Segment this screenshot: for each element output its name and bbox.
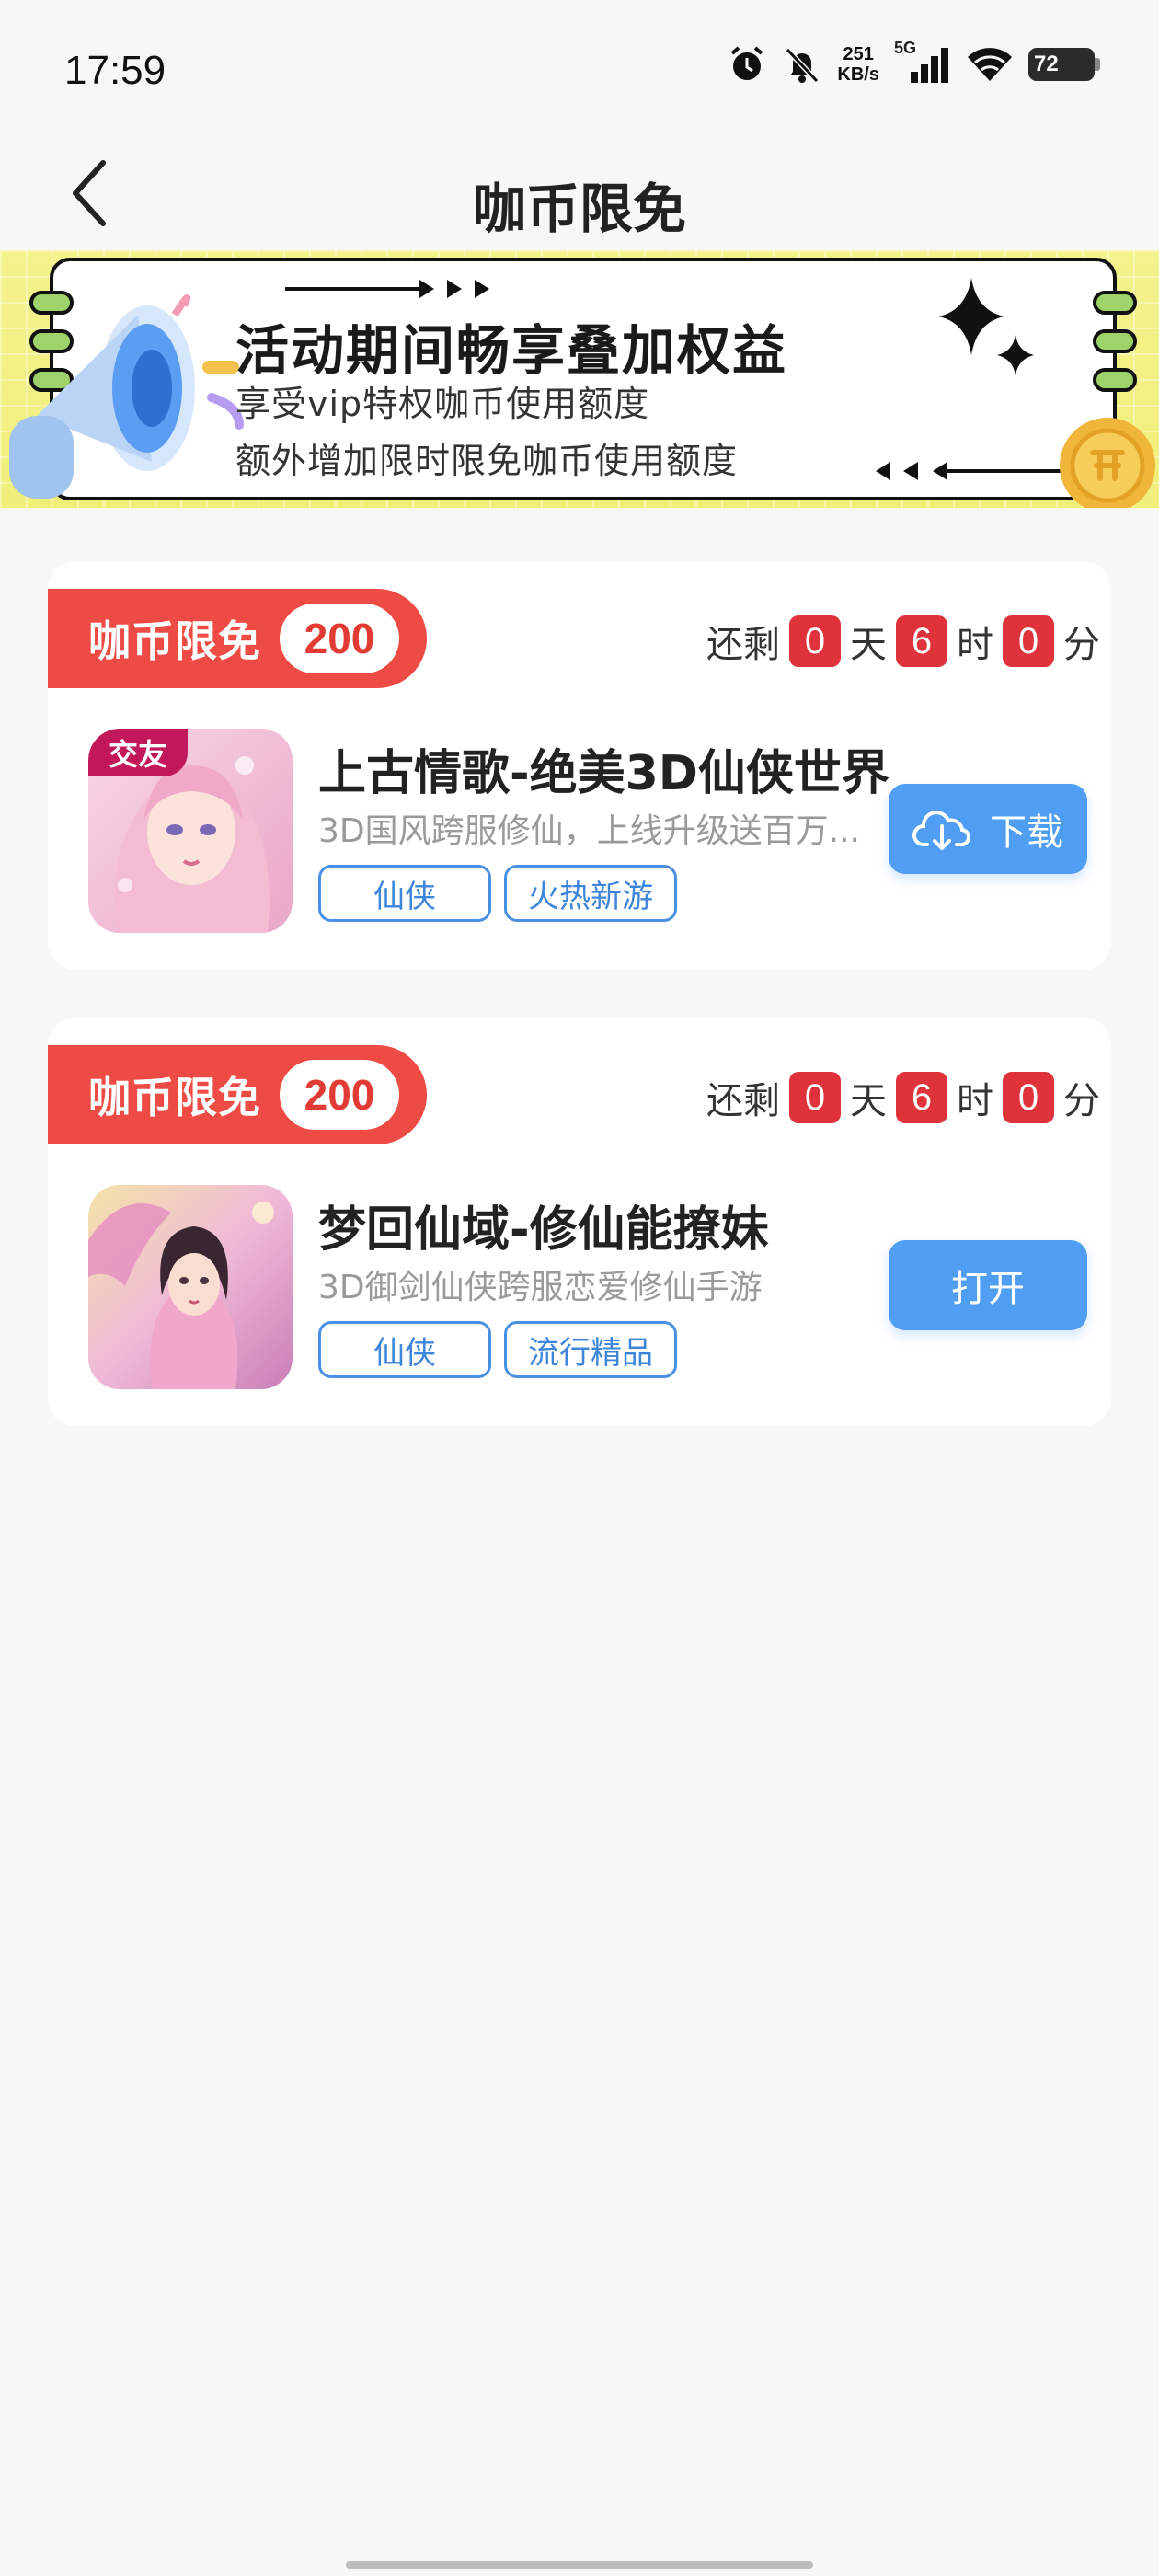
game-description: 3D国风跨服修仙，上线升级送百万... [318, 812, 860, 850]
mute-bell-icon [786, 47, 820, 84]
game-tags: 仙侠 火热新游 [318, 865, 677, 922]
coin-icon [1060, 418, 1155, 508]
wifi-icon [968, 48, 1012, 81]
game-icon[interactable]: 交友 [88, 729, 293, 933]
banner-line-1: 享受vip特权咖币使用额度 [235, 384, 650, 424]
countdown-hour-unit: 时 [957, 624, 993, 666]
sparkle-icon [938, 278, 1034, 375]
cellular-signal: 5G [894, 39, 951, 85]
countdown-minute-unit: 分 [1063, 624, 1100, 666]
badge-label: 咖币限免 [88, 1073, 261, 1122]
signal-bars-icon [911, 48, 948, 83]
header: 咖币限免 [0, 138, 1159, 248]
status-bar: 17:59 251 KB/s 5G 72 [0, 0, 1159, 138]
alarm-icon [731, 46, 763, 80]
countdown-minutes: 0 [1003, 1072, 1054, 1123]
battery-level: 72 [1034, 52, 1059, 76]
page-title: 咖币限免 [472, 178, 686, 240]
game-card[interactable]: 咖币限免 200 还剩 0 天 6 时 0 分 梦回仙域-修仙能撩妹 3D御剑仙… [48, 1018, 1111, 1426]
countdown-day-unit: 天 [850, 1080, 887, 1122]
game-tags: 仙侠 流行精品 [318, 1321, 677, 1378]
arrow-right-deco-icon [285, 280, 489, 298]
countdown-prefix: 还剩 [706, 1080, 780, 1122]
banner-line-2: 额外增加限时限免咖币使用额度 [235, 441, 739, 481]
icon-tag: 交友 [88, 729, 189, 776]
promo-banner[interactable]: 活动期间畅享叠加权益 享受vip特权咖币使用额度 额外增加限时限免咖币使用额度 [0, 250, 1159, 508]
network-speed-unit: KB/s [837, 64, 879, 85]
game-description: 3D御剑仙侠跨服恋爱修仙手游 [318, 1269, 763, 1306]
open-button-label: 打开 [951, 1268, 1025, 1310]
megaphone-icon [9, 294, 244, 499]
binder-rings-right-icon [1093, 291, 1137, 392]
battery-indicator: 72 [1028, 48, 1100, 81]
countdown-days: 0 [789, 615, 841, 667]
game-artwork-icon [88, 1185, 293, 1389]
countdown-minute-unit: 分 [1063, 1080, 1100, 1122]
network-speed-value: 251 [843, 44, 874, 64]
game-tag[interactable]: 流行精品 [504, 1321, 677, 1378]
countdown-prefix: 还剩 [706, 624, 780, 666]
countdown-hours: 6 [896, 615, 947, 667]
game-tag[interactable]: 仙侠 [318, 1321, 491, 1378]
game-card[interactable]: 咖币限免 200 还剩 0 天 6 时 0 分 交友 上古情歌-绝美3D仙侠世界… [48, 561, 1111, 970]
countdown-minutes: 0 [1003, 615, 1054, 667]
download-button[interactable]: 下载 [889, 784, 1087, 874]
badge-count: 200 [280, 604, 399, 673]
game-tag[interactable]: 仙侠 [318, 865, 491, 922]
banner-title: 活动期间畅享叠加权益 [235, 319, 788, 382]
download-button-label: 下载 [990, 811, 1063, 854]
game-name[interactable]: 梦回仙域-修仙能撩妹 [318, 1190, 769, 1259]
game-tag[interactable]: 火热新游 [504, 865, 677, 922]
game-name[interactable]: 上古情歌-绝美3D仙侠世界 [318, 734, 889, 803]
badge-label: 咖币限免 [88, 616, 261, 666]
countdown-hour-unit: 时 [957, 1080, 993, 1122]
cloud-download-icon [912, 811, 971, 850]
countdown-day-unit: 天 [850, 624, 887, 666]
free-coin-badge: 咖币限免 200 [48, 1045, 427, 1144]
countdown-days: 0 [789, 1072, 841, 1123]
countdown: 还剩 0 天 6 时 0 分 [706, 615, 1100, 668]
open-button[interactable]: 打开 [889, 1240, 1087, 1330]
free-coin-badge: 咖币限免 200 [48, 589, 427, 688]
countdown: 还剩 0 天 6 时 0 分 [706, 1071, 1100, 1124]
home-indicator[interactable] [346, 2561, 813, 2569]
badge-count: 200 [280, 1060, 399, 1130]
arrow-left-deco-icon [876, 462, 1073, 480]
network-speed: 251 KB/s [837, 44, 879, 85]
countdown-hours: 6 [896, 1072, 947, 1123]
game-icon[interactable] [88, 1185, 293, 1389]
status-time: 17:59 [64, 48, 166, 93]
status-icons: 251 KB/s 5G 72 [727, 39, 1100, 85]
